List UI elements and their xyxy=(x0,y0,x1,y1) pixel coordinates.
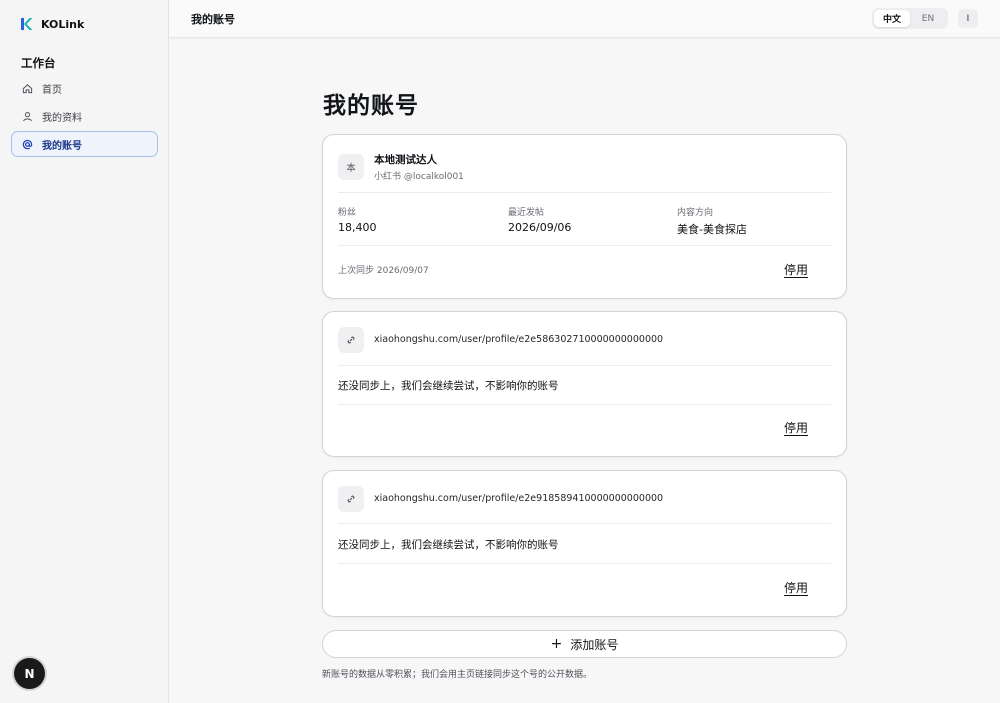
stat-value-content-direction: 美食-美食探店 xyxy=(677,223,747,236)
stat-value-followers: 18,400 xyxy=(338,221,377,234)
account-card: xiaohongshu.com/user/profile/e2e91858941… xyxy=(322,470,847,617)
stat-label-last-post: 最近发帖 xyxy=(508,208,545,218)
user-icon xyxy=(23,111,32,121)
disable-button[interactable]: 停用 xyxy=(784,261,808,278)
divider xyxy=(338,245,831,246)
language-toggle: 中文 EN xyxy=(872,8,948,29)
stat-value-last-post: 2026/09/06 xyxy=(508,221,572,234)
footnote: 新账号的数据从零积累；我们会用主页链接同步这个号的公开数据。 xyxy=(322,670,593,680)
lang-en-button[interactable]: EN xyxy=(910,10,946,27)
profile-url[interactable]: xiaohongshu.com/user/profile/e2e91858941… xyxy=(374,493,663,504)
divider xyxy=(338,365,831,366)
sidebar-nav: 首页 我的资料 我的账号 xyxy=(11,75,158,159)
link-icon xyxy=(347,495,355,503)
disable-button[interactable]: 停用 xyxy=(784,419,808,436)
sidebar-item-label: 我的账号 xyxy=(42,140,82,152)
at-icon xyxy=(22,139,33,149)
add-account-label: 添加账号 xyxy=(570,637,619,652)
account-card: 本 本地测试达人 小红书 @localkol001 粉丝 18,400 最近发帖… xyxy=(322,134,847,299)
account-card: xiaohongshu.com/user/profile/e2e58630271… xyxy=(322,311,847,457)
brand-name: KOLink xyxy=(41,17,85,31)
sidebar-item-accounts[interactable]: 我的账号 xyxy=(11,131,158,157)
home-icon xyxy=(22,83,33,93)
profile-url[interactable]: xiaohongshu.com/user/profile/e2e58630271… xyxy=(374,334,663,345)
sync-status-message: 还没同步上，我们会继续尝试，不影响你的账号 xyxy=(338,380,559,392)
sidebar-item-home[interactable]: 首页 xyxy=(11,75,158,101)
plus-icon: + xyxy=(550,636,563,652)
sidebar-item-profile[interactable]: 我的资料 xyxy=(11,103,158,129)
sidebar-item-label: 我的资料 xyxy=(42,112,82,124)
link-tile xyxy=(338,486,364,512)
stat-label-content-direction: 内容方向 xyxy=(677,208,714,218)
divider xyxy=(338,563,831,564)
last-sync-text: 上次同步 2026/09/07 xyxy=(338,266,429,276)
user-avatar[interactable]: N xyxy=(14,658,45,689)
header-title: 我的账号 xyxy=(191,13,235,26)
account-handle: 小红书 @localkol001 xyxy=(374,172,464,182)
sidebar-item-label: 首页 xyxy=(42,84,62,96)
disable-button[interactable]: 停用 xyxy=(784,579,808,596)
brand[interactable]: KOLink xyxy=(19,17,84,31)
add-account-button[interactable]: + 添加账号 xyxy=(322,630,847,658)
stat-label-followers: 粉丝 xyxy=(338,208,357,218)
page-title: 我的账号 xyxy=(323,93,419,119)
account-name: 本地测试达人 xyxy=(374,154,437,166)
header-menu-button[interactable]: I xyxy=(958,9,978,28)
account-avatar: 本 xyxy=(338,154,364,180)
link-tile xyxy=(338,327,364,353)
sync-status-message: 还没同步上，我们会继续尝试，不影响你的账号 xyxy=(338,539,559,551)
sidebar-section-title: 工作台 xyxy=(21,56,56,70)
sidebar: KOLink 工作台 首页 我的资料 我的账号 N xyxy=(0,0,169,703)
divider xyxy=(338,192,831,193)
link-icon xyxy=(347,336,355,344)
kolink-logo-icon xyxy=(21,18,33,30)
lang-zh-button[interactable]: 中文 xyxy=(874,10,910,27)
divider xyxy=(338,523,831,524)
top-header: 我的账号 中文 EN I xyxy=(169,0,1000,38)
divider xyxy=(338,404,831,405)
